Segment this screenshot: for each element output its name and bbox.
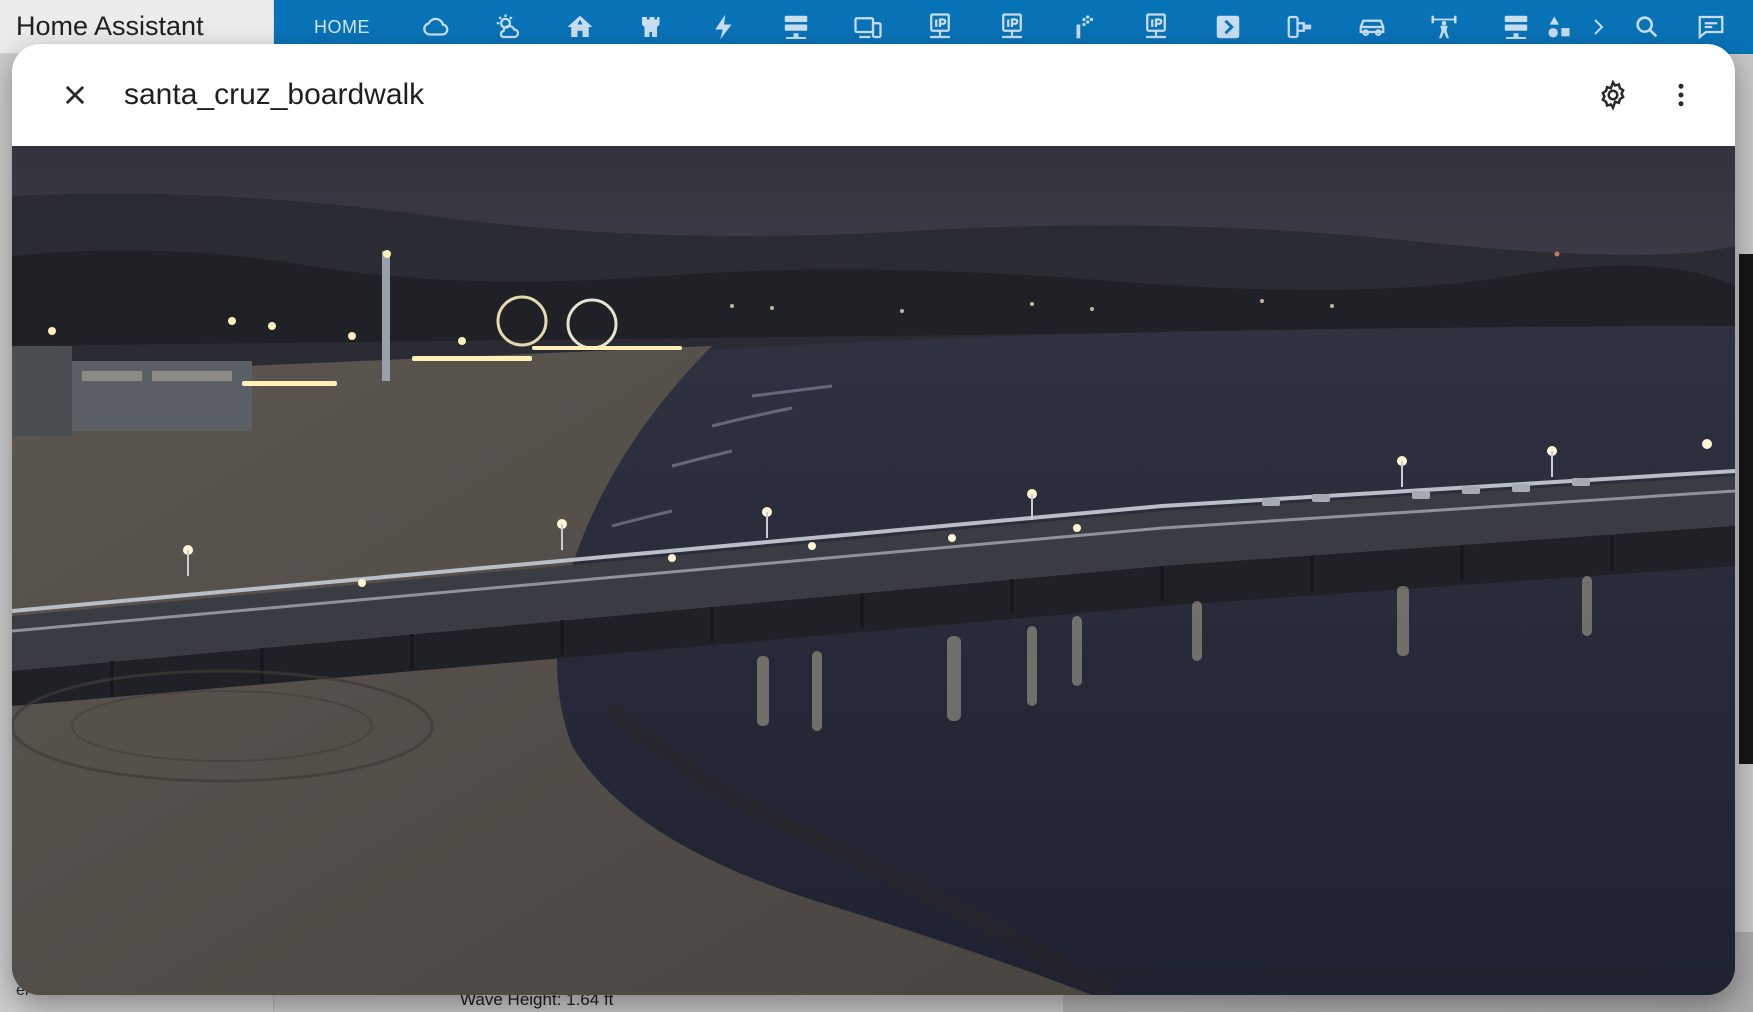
camera-snapshot [12,146,1735,995]
gear-icon [1601,79,1625,111]
dialog-title: santa_cruz_boardwalk [124,78,425,111]
settings-button[interactable] [1585,67,1641,123]
camera-more-info-dialog: santa_cruz_boardwalk [12,44,1735,995]
camera-stream-image[interactable] [12,146,1735,995]
close-icon [65,85,85,105]
dialog-header: santa_cruz_boardwalk [12,44,1735,146]
dialog-actions [1573,44,1709,146]
close-button[interactable] [50,70,100,120]
app-shell: Home Assistant er HOME [0,0,1753,1012]
dots-vertical-icon [1678,83,1684,107]
more-menu-button[interactable] [1653,67,1709,123]
